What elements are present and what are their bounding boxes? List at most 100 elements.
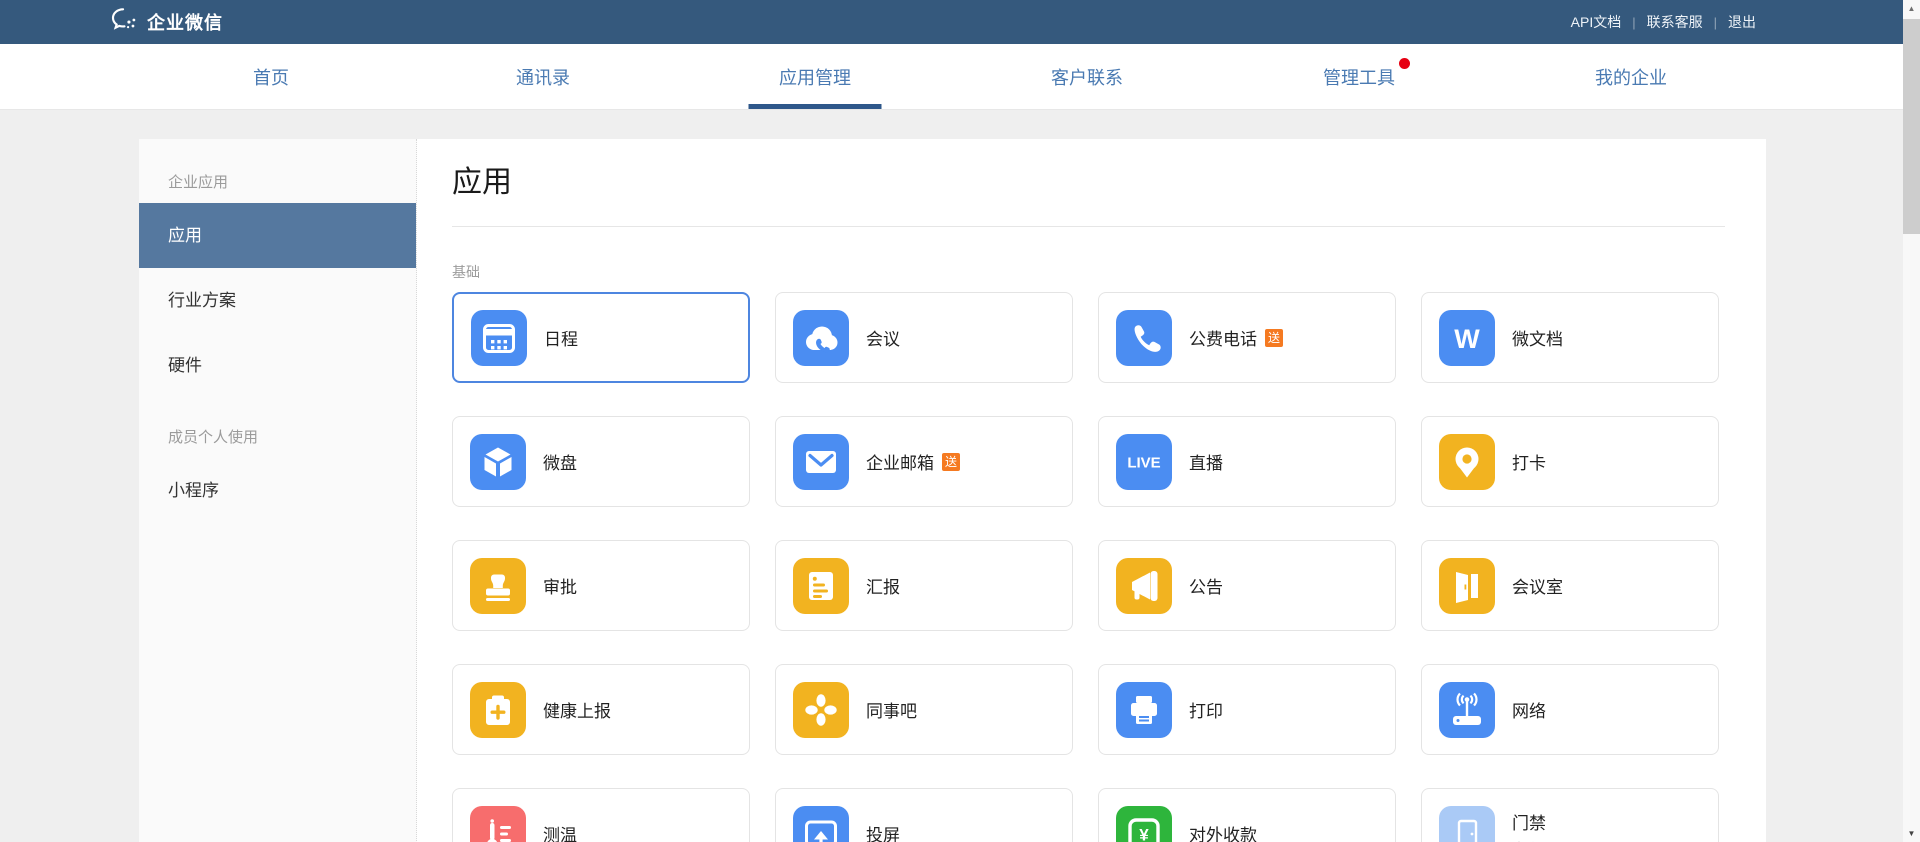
app-card[interactable]: 公告 xyxy=(1098,540,1396,631)
app-info: 微盘 xyxy=(543,449,577,474)
app-label: 同事吧 xyxy=(866,697,917,722)
app-label: 会议室 xyxy=(1512,573,1563,598)
app-card[interactable]: 企业邮箱送 xyxy=(775,416,1073,507)
topbar: 企业微信 API文档|联系客服|退出 xyxy=(0,0,1920,44)
app-grid: 日程 会议 公费电话送 W微文档 微盘 企业邮箱送 LIVE直播 打卡 审批 汇… xyxy=(452,292,1725,842)
logo-text: 企业微信 xyxy=(147,9,223,35)
app-label: 打卡 xyxy=(1512,449,1546,474)
scrollbar-thumb[interactable] xyxy=(1903,19,1920,234)
location-pin-icon xyxy=(1439,434,1495,490)
pinwheel-icon xyxy=(793,682,849,738)
sidebar-section-header: 企业应用 xyxy=(139,173,416,193)
app-info: 微文档 xyxy=(1512,325,1563,350)
app-card[interactable]: 健康上报 xyxy=(452,664,750,755)
top-link-2[interactable]: 退出 xyxy=(1728,12,1756,32)
app-label: 门禁 xyxy=(1512,809,1546,834)
app-card[interactable]: 网络 xyxy=(1421,664,1719,755)
app-info: 汇报 xyxy=(866,573,900,598)
app-label: 审批 xyxy=(543,573,577,598)
app-status: 未启用 xyxy=(1512,839,1554,842)
health-clipboard-icon xyxy=(470,682,526,738)
svg-text:¥: ¥ xyxy=(1139,825,1149,842)
drive-cube-icon xyxy=(470,434,526,490)
app-card[interactable]: 同事吧 xyxy=(775,664,1073,755)
app-label: 微盘 xyxy=(543,449,577,474)
link-separator: | xyxy=(1632,15,1635,30)
nav-tab-label: 应用管理 xyxy=(779,64,851,90)
divider xyxy=(452,226,1725,227)
app-info: 健康上报 xyxy=(543,697,611,722)
section-label: 基础 xyxy=(452,265,1725,279)
nav-tab-label: 通讯录 xyxy=(516,64,570,90)
app-card[interactable]: W 微文档 xyxy=(1421,292,1719,383)
top-link-1[interactable]: 联系客服 xyxy=(1647,12,1703,32)
app-info: 企业邮箱送 xyxy=(866,449,960,474)
app-card[interactable]: 审批 xyxy=(452,540,750,631)
app-card[interactable]: 日程 xyxy=(452,292,750,383)
sidebar-section-header: 成员个人使用 xyxy=(139,428,416,448)
sidebar-item[interactable]: 小程序 xyxy=(139,458,416,523)
app-info: 公费电话送 xyxy=(1189,325,1283,350)
meeting-cloud-icon xyxy=(793,310,849,366)
nav-tab-label: 我的企业 xyxy=(1595,64,1667,90)
app-label: 直播 xyxy=(1189,449,1223,474)
stamp-icon xyxy=(470,558,526,614)
door-access-icon xyxy=(1439,806,1495,842)
app-info: 同事吧 xyxy=(866,697,917,722)
app-label: 公费电话 xyxy=(1189,325,1257,350)
nav-tab-2[interactable]: 应用管理 xyxy=(679,44,951,109)
svg-text:W: W xyxy=(1454,324,1480,354)
nav-tab-label: 首页 xyxy=(253,64,289,90)
scrollbar[interactable]: ▲ ▼ xyxy=(1903,0,1920,842)
door-open-icon xyxy=(1439,558,1495,614)
nav-tab-label: 客户联系 xyxy=(1051,64,1123,90)
nav-tab-1[interactable]: 通讯录 xyxy=(407,44,679,109)
nav-tab-5[interactable]: 我的企业 xyxy=(1495,44,1767,109)
yuan-payment-icon: ¥ xyxy=(1116,806,1172,842)
phone-icon xyxy=(1116,310,1172,366)
scroll-up-button[interactable]: ▲ xyxy=(1903,0,1920,17)
app-card[interactable]: 门禁未启用 xyxy=(1421,788,1719,842)
app-card[interactable]: 打卡 xyxy=(1421,416,1719,507)
app-card[interactable]: 微盘 xyxy=(452,416,750,507)
wework-logo[interactable]: 企业微信 xyxy=(110,6,223,39)
app-card[interactable]: 测温 xyxy=(452,788,750,842)
app-card[interactable]: 汇报 xyxy=(775,540,1073,631)
top-link-0[interactable]: API文档 xyxy=(1571,12,1622,32)
app-label: 测温 xyxy=(543,821,577,842)
app-label: 打印 xyxy=(1189,697,1223,722)
app-info: 对外收款 xyxy=(1189,821,1257,842)
mail-icon xyxy=(793,434,849,490)
app-card[interactable]: 会议室 xyxy=(1421,540,1719,631)
app-info: 门禁未启用 xyxy=(1512,809,1554,842)
app-label: 日程 xyxy=(544,325,578,350)
app-label: 微文档 xyxy=(1512,325,1563,350)
main-nav: 首页 通讯录 应用管理 客户联系 管理工具 我的企业 xyxy=(0,44,1920,110)
nav-tab-3[interactable]: 客户联系 xyxy=(951,44,1223,109)
app-label: 汇报 xyxy=(866,573,900,598)
scroll-down-button[interactable]: ▼ xyxy=(1903,825,1920,842)
sidebar-item[interactable]: 行业方案 xyxy=(139,268,416,333)
app-label: 对外收款 xyxy=(1189,821,1257,842)
nav-tab-4[interactable]: 管理工具 xyxy=(1223,44,1495,109)
app-info: 投屏 xyxy=(866,821,900,842)
app-label: 会议 xyxy=(866,325,900,350)
main-panel: 应用 基础 日程 会议 公费电话送 W微文档 微盘 企业邮箱送 LIVE直播 打… xyxy=(417,139,1766,842)
app-info: 打印 xyxy=(1189,697,1223,722)
svg-text:LIVE: LIVE xyxy=(1127,454,1160,471)
live-icon: LIVE xyxy=(1116,434,1172,490)
sidebar-item[interactable]: 硬件 xyxy=(139,333,416,398)
app-card[interactable]: ¥ 对外收款 xyxy=(1098,788,1396,842)
gift-badge: 送 xyxy=(1265,329,1283,347)
app-label: 公告 xyxy=(1189,573,1223,598)
app-card[interactable]: 公费电话送 xyxy=(1098,292,1396,383)
app-label: 企业邮箱 xyxy=(866,449,934,474)
app-card[interactable]: 打印 xyxy=(1098,664,1396,755)
app-label: 网络 xyxy=(1512,697,1546,722)
app-card[interactable]: LIVE 直播 xyxy=(1098,416,1396,507)
nav-tab-0[interactable]: 首页 xyxy=(135,44,407,109)
sidebar-item[interactable]: 应用 xyxy=(139,203,416,268)
app-card[interactable]: 会议 xyxy=(775,292,1073,383)
app-info: 网络 xyxy=(1512,697,1546,722)
app-card[interactable]: 投屏 xyxy=(775,788,1073,842)
